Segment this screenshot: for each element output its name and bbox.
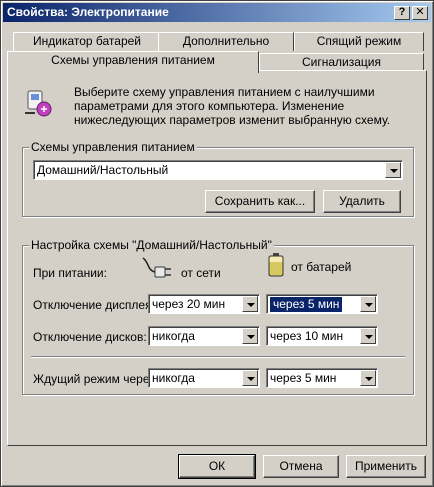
tab-alarms[interactable]: Сигнализация — [259, 53, 424, 71]
disks-off-ac-select[interactable]: никогда — [148, 326, 260, 346]
chevron-down-icon[interactable] — [242, 328, 258, 344]
close-button[interactable]: ✕ — [412, 6, 428, 20]
settings-separator — [31, 356, 405, 358]
battery-power-label: от батарей — [291, 260, 352, 274]
power-schemes-group: Схемы управления питанием Домашний/Насто… — [22, 140, 414, 217]
tab-advanced[interactable]: Дополнительно — [158, 32, 294, 51]
ok-button[interactable]: ОК — [178, 454, 256, 479]
scheme-settings-legend: Настройка схемы "Домашний/Настольный" — [29, 238, 274, 252]
standby-dc-select[interactable]: через 5 мин — [266, 368, 378, 388]
chevron-down-icon[interactable] — [360, 296, 376, 312]
help-button[interactable]: ? — [394, 6, 410, 20]
scheme-settings-group: Настройка схемы "Домашний/Настольный" Пр… — [22, 238, 414, 395]
cancel-button[interactable]: Отмена — [263, 455, 339, 478]
tab-hibernate[interactable]: Спящий режим — [294, 32, 424, 51]
power-options-window: Свойства: Электропитание ? ✕ Индикатор б… — [0, 0, 434, 487]
chevron-down-icon[interactable] — [242, 296, 258, 312]
battery-icon — [267, 252, 285, 278]
standby-label: Ждущий режим через: — [33, 372, 159, 386]
save-as-button[interactable]: Сохранить как... — [205, 190, 315, 213]
delete-button[interactable]: Удалить — [323, 190, 401, 213]
disks-off-dc-select[interactable]: через 10 мин — [266, 326, 378, 346]
chevron-down-icon[interactable] — [242, 370, 258, 386]
standby-ac-select[interactable]: никогда — [148, 368, 260, 388]
chevron-down-icon[interactable] — [385, 162, 401, 178]
ac-power-label: от сети — [181, 266, 221, 280]
disks-off-label: Отключение дисков: — [33, 330, 147, 344]
ac-plug-icon — [141, 254, 173, 282]
chevron-down-icon[interactable] — [360, 328, 376, 344]
power-source-label: При питании: — [33, 266, 107, 280]
power-schemes-panel: Выберите схему управления питанием с наи… — [7, 70, 427, 446]
intro-text: Выберите схему управления питанием с наи… — [74, 85, 391, 127]
power-scheme-select[interactable]: Домашний/Настольный — [33, 160, 403, 180]
window-title: Свойства: Электропитание — [7, 5, 169, 19]
tab-battery-meter[interactable]: Индикатор батарей — [13, 32, 161, 51]
chevron-down-icon[interactable] — [360, 370, 376, 386]
display-off-dc-select[interactable]: через 5 мин — [266, 294, 378, 314]
title-bar: Свойства: Электропитание ? ✕ — [3, 3, 431, 22]
display-off-label: Отключение дисплея: — [33, 298, 155, 312]
display-off-ac-select[interactable]: через 20 мин — [148, 294, 260, 314]
tab-power-schemes[interactable]: Схемы управления питанием — [7, 51, 259, 73]
power-options-icon — [22, 87, 54, 119]
power-schemes-legend: Схемы управления питанием — [29, 140, 197, 154]
apply-button[interactable]: Применить — [346, 455, 426, 478]
power-scheme-value: Домашний/Настольный — [37, 163, 169, 177]
